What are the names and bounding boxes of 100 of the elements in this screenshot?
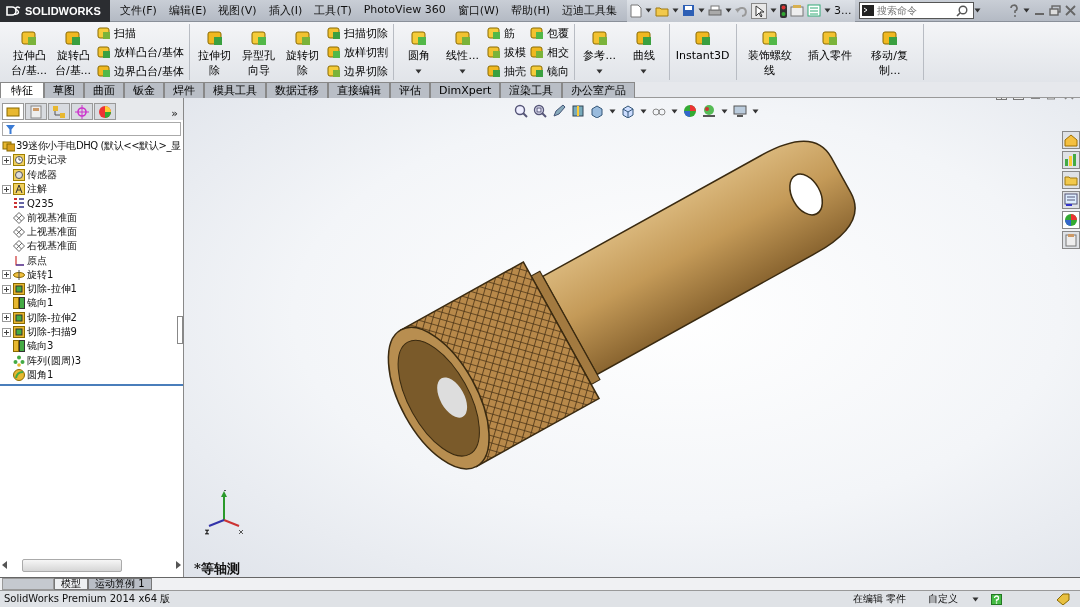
command-tab[interactable]: 直接编辑 <box>328 82 390 98</box>
traffic-light-icon[interactable] <box>780 3 788 18</box>
command-tab[interactable]: DimXpert <box>430 82 501 98</box>
menu-item[interactable]: PhotoView 360 <box>357 3 452 18</box>
ribbon-button[interactable]: 拔模 <box>486 43 526 61</box>
new-document-icon[interactable] <box>630 3 643 18</box>
ribbon-button[interactable]: 扫描切除 <box>326 24 388 42</box>
printer-icon[interactable] <box>708 4 723 17</box>
ribbon-button[interactable]: 装饰螺纹线 <box>741 24 798 78</box>
ribbon-button[interactable]: Instant3D <box>674 24 731 63</box>
command-tab[interactable]: 曲面 <box>84 82 124 98</box>
ribbon-button[interactable]: 边界切除 <box>326 62 388 80</box>
ribbon-button[interactable]: 放样凸台/基体 <box>97 43 184 61</box>
ribbon-button[interactable]: 扫描 <box>97 24 184 42</box>
help-icon[interactable] <box>1009 4 1019 17</box>
tree-item[interactable]: 圆角1 <box>2 367 181 383</box>
command-tab[interactable]: 数据迁移 <box>266 82 328 98</box>
tree-item[interactable]: 39迷你小手电DHQ (默认<<默认>_显 <box>2 139 181 154</box>
menu-item[interactable]: 文件(F) <box>114 3 163 18</box>
menu-item[interactable]: 帮助(H) <box>505 3 557 18</box>
model-tab[interactable]: 模型 <box>54 578 88 590</box>
ribbon-button[interactable]: 拉伸切除 <box>194 24 235 78</box>
sphere-icon[interactable] <box>683 104 697 118</box>
list-icon[interactable] <box>807 4 822 17</box>
search-input[interactable]: 搜索命令 <box>876 5 953 16</box>
ribbon-button[interactable]: 曲线 <box>623 24 664 74</box>
ribbon-button[interactable]: 移动/复制... <box>861 24 918 78</box>
tree-item[interactable]: 原点 <box>2 253 181 268</box>
menu-item[interactable]: 插入(I) <box>262 3 309 18</box>
ribbon-button[interactable]: 抽壳 <box>486 62 526 80</box>
tree-item[interactable]: 切除-扫描9 <box>2 324 181 340</box>
ribbon-button[interactable]: 筋 <box>486 24 526 42</box>
tree-item[interactable]: 镜向3 <box>2 339 181 354</box>
ribbon-button[interactable]: 拉伸凸台/基... <box>9 24 49 78</box>
panel-tab[interactable] <box>94 103 116 120</box>
scroll-left-icon[interactable] <box>2 561 8 569</box>
tree-item[interactable]: 阵列(圆周)3 <box>2 353 181 368</box>
ribbon-button[interactable]: 圆角 <box>398 24 439 74</box>
tag-icon[interactable] <box>1056 593 1070 605</box>
command-tab[interactable]: 评估 <box>390 82 430 98</box>
panel-tab[interactable] <box>25 103 47 120</box>
command-tab[interactable]: 渲染工具 <box>500 82 563 98</box>
close-icon[interactable] <box>1065 5 1076 16</box>
command-tab[interactable]: 模具工具 <box>204 82 266 98</box>
tree-item[interactable]: 注解 <box>2 181 181 197</box>
model-tab[interactable]: 运动算例 1 <box>88 578 152 590</box>
tree-item[interactable]: 右视基准面 <box>2 239 181 254</box>
ribbon-button[interactable]: 边界凸台/基体 <box>97 62 184 80</box>
ribbon-button[interactable]: 旋转凸台/基... <box>53 24 93 78</box>
command-tab[interactable]: 焊件 <box>164 82 204 98</box>
tree-item[interactable]: 镜向1 <box>2 296 181 311</box>
command-tab[interactable]: 钣金 <box>124 82 164 98</box>
tree-item[interactable]: Q235 <box>2 196 181 211</box>
menu-item[interactable]: 窗口(W) <box>451 3 506 18</box>
panel-tab[interactable] <box>48 103 70 120</box>
panel-splitter-handle[interactable] <box>177 316 183 344</box>
ribbon-button[interactable]: 旋转切除 <box>282 24 323 78</box>
unit-system-selector[interactable]: 自定义 <box>928 592 958 606</box>
pointer-icon[interactable] <box>751 2 768 19</box>
toolbar-overflow-text[interactable]: 3... <box>834 4 852 17</box>
tree-item[interactable]: 切除-拉伸1 <box>2 281 181 297</box>
ribbon-button[interactable]: 插入零件 <box>801 24 858 63</box>
save-icon[interactable] <box>682 4 696 17</box>
undo-icon[interactable] <box>735 4 749 17</box>
ribbon-button[interactable]: 镜向 <box>529 62 569 80</box>
task-pane-tab[interactable] <box>1062 191 1080 209</box>
filter-field[interactable] <box>2 122 181 136</box>
menu-item[interactable]: 视图(V) <box>212 3 263 18</box>
restore-icon[interactable] <box>1049 5 1061 16</box>
cube-icon[interactable] <box>590 104 604 118</box>
search-field[interactable]: 搜索命令 <box>858 2 974 19</box>
scrollbar-thumb[interactable] <box>22 558 122 572</box>
task-pane-tab[interactable] <box>1062 231 1080 249</box>
ribbon-button[interactable]: 参考... <box>579 24 620 74</box>
folder-icon[interactable] <box>655 4 670 17</box>
command-tab[interactable]: 特征 <box>0 82 44 98</box>
section-view-icon[interactable] <box>571 104 585 118</box>
menu-item[interactable]: 工具(T) <box>308 3 358 18</box>
scroll-right-icon[interactable] <box>175 561 181 569</box>
tree-item[interactable]: 前视基准面 <box>2 210 181 225</box>
pencil-icon[interactable] <box>552 104 566 118</box>
ribbon-button[interactable]: 包覆 <box>529 24 569 42</box>
command-tab[interactable]: 草图 <box>44 82 84 98</box>
task-pane-tab[interactable] <box>1062 211 1080 229</box>
tree-item[interactable]: 传感器 <box>2 167 181 182</box>
ribbon-button[interactable]: 异型孔向导 <box>238 24 279 78</box>
ribbon-button[interactable]: 放样切割 <box>326 43 388 61</box>
ribbon-button[interactable]: 相交 <box>529 43 569 61</box>
tree-item[interactable]: 历史记录 <box>2 153 181 168</box>
tree-item[interactable]: 上视基准面 <box>2 224 181 240</box>
scene-icon[interactable] <box>702 104 716 118</box>
ribbon-button[interactable]: 线性... <box>442 24 483 74</box>
menu-item[interactable]: 编辑(E) <box>162 3 213 18</box>
display-icon[interactable] <box>733 104 747 118</box>
tree-item[interactable]: 切除-拉伸2 <box>2 310 181 325</box>
tree-item[interactable]: 旋转1 <box>2 267 181 282</box>
expand-panel-button[interactable]: » <box>171 107 181 120</box>
panel-tab[interactable] <box>2 103 24 120</box>
cube-icon[interactable] <box>621 104 635 118</box>
command-tab[interactable]: 办公室产品 <box>562 82 636 98</box>
